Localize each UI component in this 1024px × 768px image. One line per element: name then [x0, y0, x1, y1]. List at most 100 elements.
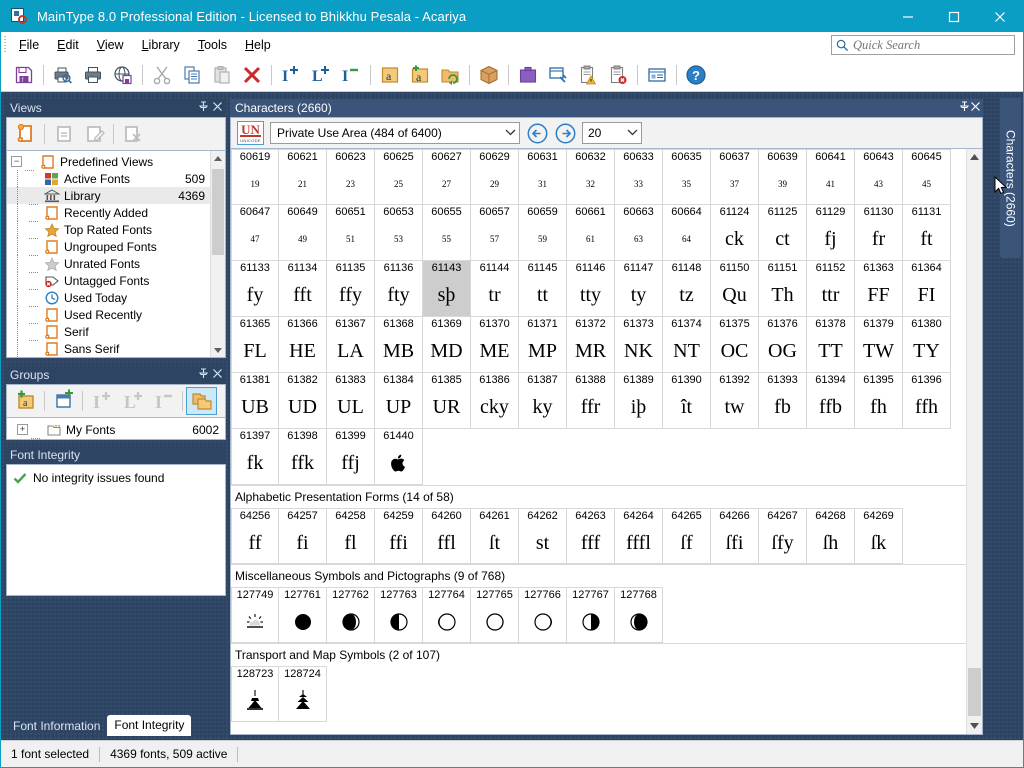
package-icon[interactable]: [474, 60, 504, 90]
character-cell[interactable]: 61370 ME: [471, 317, 519, 373]
deactivate-icon[interactable]: I: [148, 387, 179, 415]
tab-font-information[interactable]: Font Information: [6, 717, 107, 736]
report-warning-icon[interactable]: [573, 60, 603, 90]
character-cell[interactable]: 61365 FL: [231, 317, 279, 373]
groups-pin-icon[interactable]: [196, 368, 210, 382]
print-icon[interactable]: [78, 60, 108, 90]
character-cell[interactable]: 61369 MD: [423, 317, 471, 373]
edit-view-icon[interactable]: [79, 120, 110, 148]
menu-grip[interactable]: [1, 32, 10, 58]
unicode-badge-icon[interactable]: UN UNICODE: [237, 121, 264, 145]
maximize-button[interactable]: [931, 1, 977, 32]
character-cell[interactable]: 61144 tr: [471, 261, 519, 317]
search-input[interactable]: [849, 36, 1014, 54]
character-cell[interactable]: 61367 LA: [327, 317, 375, 373]
character-cell[interactable]: 64269 ſk: [855, 508, 903, 564]
character-cell[interactable]: 127765: [471, 587, 519, 643]
views-scroll-down-icon[interactable]: [211, 342, 225, 357]
character-cell[interactable]: 61387 ky: [519, 373, 567, 429]
install-font-icon[interactable]: I: [276, 60, 306, 90]
character-cell[interactable]: 61363 FF: [855, 261, 903, 317]
print-preview-icon[interactable]: [48, 60, 78, 90]
paste-icon[interactable]: [207, 60, 237, 90]
activate-icon[interactable]: I: [86, 387, 117, 415]
character-cell[interactable]: 60653 53: [375, 205, 423, 261]
character-cell[interactable]: 61135 ffy: [327, 261, 375, 317]
character-cell[interactable]: 61150 Qu: [711, 261, 759, 317]
character-cell[interactable]: 60629 29: [471, 149, 519, 205]
character-cell[interactable]: 61382 UD: [279, 373, 327, 429]
glyph-size-select[interactable]: 20: [582, 122, 642, 144]
characters-scroll-up-icon[interactable]: [967, 149, 982, 165]
character-cell[interactable]: 127749: [231, 587, 279, 643]
character-cell[interactable]: 128724: [279, 666, 327, 722]
character-cell[interactable]: 61395 fh: [855, 373, 903, 429]
character-cell[interactable]: 61124 ck: [711, 205, 759, 261]
character-cell[interactable]: 61379 TW: [855, 317, 903, 373]
character-cell[interactable]: 60619 19: [231, 149, 279, 205]
groups-close-icon[interactable]: [210, 368, 224, 382]
views-close-icon[interactable]: [210, 101, 224, 115]
character-cell[interactable]: 64256 ff: [231, 508, 279, 564]
character-cell[interactable]: 127763: [375, 587, 423, 643]
character-cell[interactable]: 61125 ct: [759, 205, 807, 261]
tree-item-recently-added[interactable]: Recently Added: [7, 204, 225, 222]
show-groups-icon[interactable]: [186, 387, 217, 415]
tab-font-integrity[interactable]: Font Integrity: [107, 715, 192, 736]
character-cell[interactable]: 61373 NK: [615, 317, 663, 373]
character-cell[interactable]: 60635 35: [663, 149, 711, 205]
character-cell[interactable]: 61393 fb: [759, 373, 807, 429]
menu-library[interactable]: Library: [133, 35, 189, 55]
character-cell[interactable]: 60625 25: [375, 149, 423, 205]
menu-help[interactable]: Help: [236, 35, 280, 55]
tree-item-used-today[interactable]: Used Today: [7, 289, 225, 307]
character-cell[interactable]: 60621 21: [279, 149, 327, 205]
character-cell[interactable]: 60661 61: [567, 205, 615, 261]
character-cell[interactable]: 64267 ſfy: [759, 508, 807, 564]
character-cell[interactable]: 64266 ſfi: [711, 508, 759, 564]
character-cell[interactable]: 60639 39: [759, 149, 807, 205]
new-folder-icon[interactable]: [48, 387, 79, 415]
character-cell[interactable]: 127766: [519, 587, 567, 643]
character-cell[interactable]: 61146 tty: [567, 261, 615, 317]
character-cell[interactable]: 61380 TY: [903, 317, 951, 373]
character-cell[interactable]: 61364 FI: [903, 261, 951, 317]
activate-font-icon[interactable]: L: [306, 60, 336, 90]
character-cell[interactable]: 60649 49: [279, 205, 327, 261]
report-error-icon[interactable]: [603, 60, 633, 90]
character-cell[interactable]: 61366 HE: [279, 317, 327, 373]
character-cell[interactable]: 61375 OC: [711, 317, 759, 373]
tree-root-predefined-views[interactable]: − Predefined Views: [7, 153, 225, 171]
character-cell[interactable]: 61385 UR: [423, 373, 471, 429]
character-cell[interactable]: 127768: [615, 587, 663, 643]
add-font-icon[interactable]: a: [375, 60, 405, 90]
character-cell[interactable]: 60664 64: [663, 205, 711, 261]
character-cell[interactable]: 61394 ffb: [807, 373, 855, 429]
character-cell[interactable]: 61131 ft: [903, 205, 951, 261]
character-cell[interactable]: 60657 57: [471, 205, 519, 261]
menu-tools[interactable]: Tools: [189, 35, 236, 55]
character-cell[interactable]: 61384 UP: [375, 373, 423, 429]
character-cell[interactable]: 60632 32: [567, 149, 615, 205]
tree-item-serif[interactable]: Serif: [7, 323, 225, 341]
activate-temp-icon[interactable]: L: [117, 387, 148, 415]
character-cell[interactable]: 127767: [567, 587, 615, 643]
character-cell[interactable]: 127761: [279, 587, 327, 643]
characters-grid[interactable]: 60619 19 60621 21 60623 23 60625 25 60627 27 60629…: [231, 149, 966, 734]
characters-scroll-thumb[interactable]: [968, 668, 981, 716]
new-group-icon[interactable]: a: [10, 387, 41, 415]
character-cell[interactable]: 64260 ffl: [423, 508, 471, 564]
character-cell[interactable]: 61398 ffk: [279, 429, 327, 485]
character-cell[interactable]: 60651 51: [327, 205, 375, 261]
character-cell[interactable]: 64258 fl: [327, 508, 375, 564]
character-cell[interactable]: 64265 ſf: [663, 508, 711, 564]
views-pin-icon[interactable]: [196, 101, 210, 115]
character-cell[interactable]: 61399 ffj: [327, 429, 375, 485]
help-icon[interactable]: ?: [681, 60, 711, 90]
character-cell[interactable]: 60647 47: [231, 205, 279, 261]
tree-item-untagged-fonts[interactable]: Untagged Fonts: [7, 272, 225, 290]
character-cell[interactable]: 60623 23: [327, 149, 375, 205]
character-cell[interactable]: 64261 ſt: [471, 508, 519, 564]
character-cell[interactable]: 61440: [375, 429, 423, 485]
new-view-icon[interactable]: [10, 120, 41, 148]
